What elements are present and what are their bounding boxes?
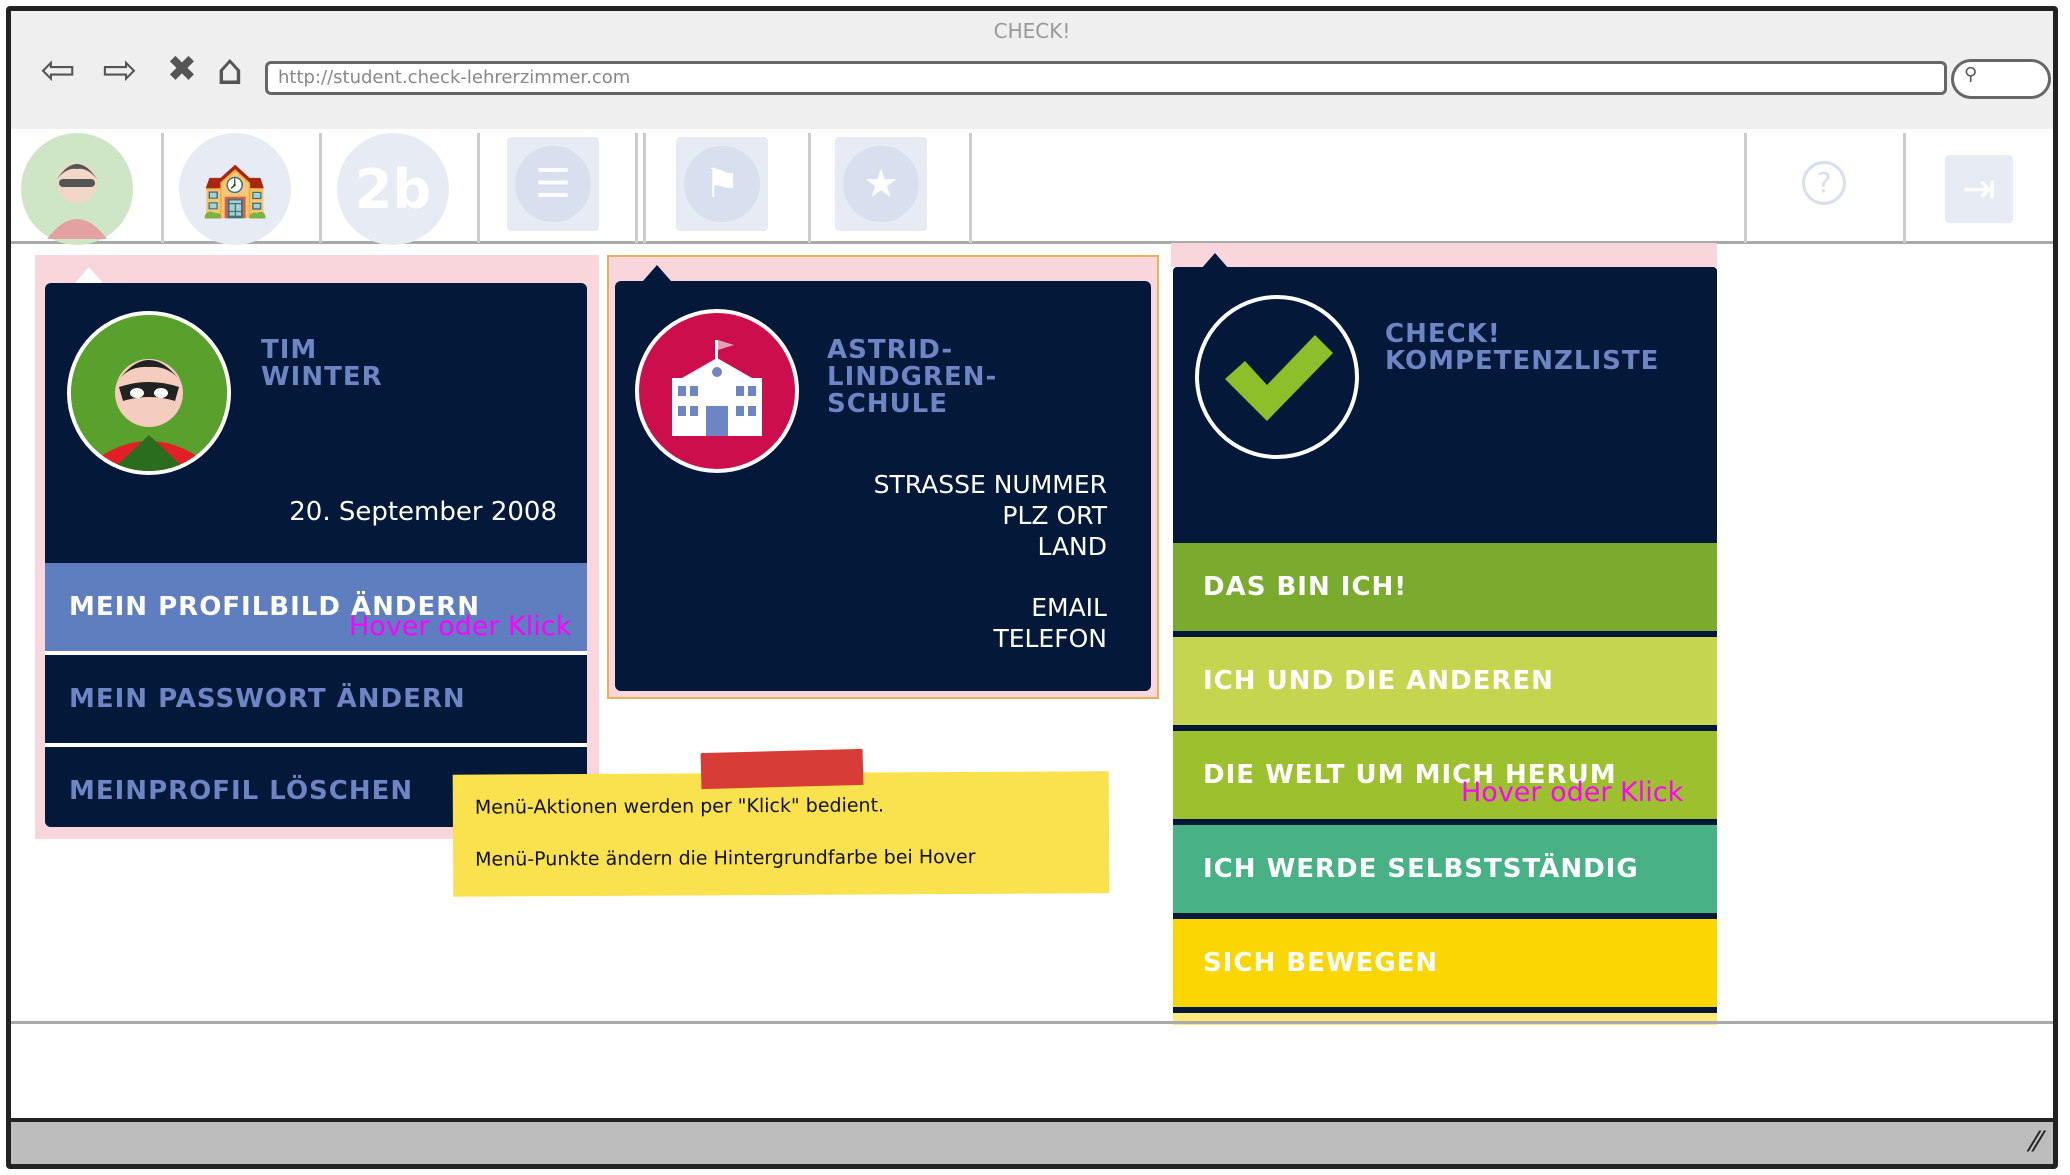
school-city: PLZ ORT [1002, 501, 1107, 530]
home-icon[interactable]: ⌂ [205, 45, 255, 95]
school-icon: 🏫 [179, 133, 291, 245]
profile-card: TIM WINTER 20. September 2008 MEIN PROFI… [45, 283, 587, 827]
school-email: EMAIL [1031, 593, 1107, 622]
sticky-note-line2: Menü-Punkte ändern die Hintergrundfarbe … [475, 845, 976, 871]
competence-panel-bg [1171, 243, 1717, 267]
forward-icon[interactable]: ⇨ [95, 45, 145, 95]
school-name-line1: ASTRID- [827, 335, 954, 365]
class-tab[interactable]: 2b [327, 133, 480, 245]
robin-avatar-icon [27, 139, 127, 239]
school-phone: TELEFON [993, 624, 1107, 653]
school-tab[interactable]: 🏫 [169, 133, 322, 245]
competence-item-das-bin-ich[interactable]: DAS BIN ICH! [1173, 543, 1717, 631]
competence-card: CHECK! KOMPETENZLISTE DAS BIN ICH! ICH U… [1173, 267, 1717, 1025]
window-title: CHECK! [993, 19, 1071, 43]
help-tab[interactable]: ? [1744, 133, 1906, 243]
avatar [67, 311, 231, 475]
star-tab[interactable]: ★ [813, 133, 972, 243]
app-toolbar: 🏫 2b ☰ ⚑ ★ ? ⇥ [11, 129, 2053, 245]
flag-icon: ⚑ [684, 146, 760, 222]
class-badge: 2b [337, 133, 449, 245]
school-street: STRASSE NUMMER [873, 470, 1107, 499]
competence-item-ich-und-die-anderen[interactable]: ICH UND DIE ANDEREN [1173, 637, 1717, 725]
resize-grip-icon[interactable]: ⁄⁄ [2032, 1125, 2041, 1158]
checkmark-icon [1195, 295, 1359, 459]
hover-annotation-profile: Hover oder Klick [349, 611, 572, 642]
hover-annotation-competence: Hover oder Klick [1461, 777, 1684, 808]
address-bar[interactable]: http://student.check-lehrerzimmer.com [265, 61, 1947, 95]
sticky-note-line1: Menü-Aktionen werden per "Klick" bedient… [474, 794, 885, 819]
status-bar: ⁄⁄ [11, 1118, 2053, 1164]
school-pointer [643, 265, 671, 281]
birthdate: 20. September 2008 [289, 497, 557, 527]
school-card: ASTRID- LINDGREN- SCHULE STRASSE NUMMER … [615, 281, 1151, 691]
competence-title-line1: CHECK! [1385, 319, 1501, 349]
competence-item-sich-bewegen[interactable]: SICH BEWEGEN [1173, 919, 1717, 1007]
browser-window: CHECK! ⇦ ⇨ ✖ ⌂ http://student.check-lehr… [6, 6, 2058, 1169]
competence-item-ich-werde-selbststaendig[interactable]: ICH WERDE SELBSTSTÄNDIG [1173, 825, 1717, 913]
search-icon: ⚲ [1964, 64, 1978, 85]
flag-tab[interactable]: ⚑ [643, 133, 811, 243]
school-building-icon [672, 340, 762, 436]
menu-icon: ☰ [515, 146, 591, 222]
help-icon: ? [1802, 161, 1846, 205]
profile-first-name: TIM [261, 335, 318, 365]
back-icon[interactable]: ⇦ [33, 45, 83, 95]
browser-search-field[interactable]: ⚲ [1951, 59, 2051, 99]
profile-tab[interactable] [11, 133, 164, 245]
sticky-note: Menü-Aktionen werden per "Klick" bedient… [452, 771, 1110, 897]
robin-avatar-icon [71, 315, 227, 471]
school-country: LAND [1037, 532, 1107, 561]
school-name-line3: SCHULE [827, 389, 949, 419]
logout-tab[interactable]: ⇥ [1903, 133, 2053, 243]
profile-last-name: WINTER [261, 362, 383, 392]
content-divider [11, 1021, 2053, 1024]
avatar-small [21, 133, 133, 245]
browser-chrome: CHECK! ⇦ ⇨ ✖ ⌂ http://student.check-lehr… [11, 11, 2053, 132]
profile-pointer [75, 267, 103, 283]
logout-icon: ⇥ [1945, 155, 2013, 223]
school-name-line2: LINDGREN- [827, 362, 998, 392]
menu-tab[interactable]: ☰ [485, 133, 638, 243]
star-icon: ★ [843, 146, 919, 222]
school-logo [635, 309, 799, 473]
sticky-tape [700, 748, 864, 790]
competence-title-line2: KOMPETENZLISTE [1385, 346, 1660, 376]
change-password-item[interactable]: MEIN PASSWORT ÄNDERN [45, 655, 587, 743]
stop-icon[interactable]: ✖ [157, 45, 207, 95]
